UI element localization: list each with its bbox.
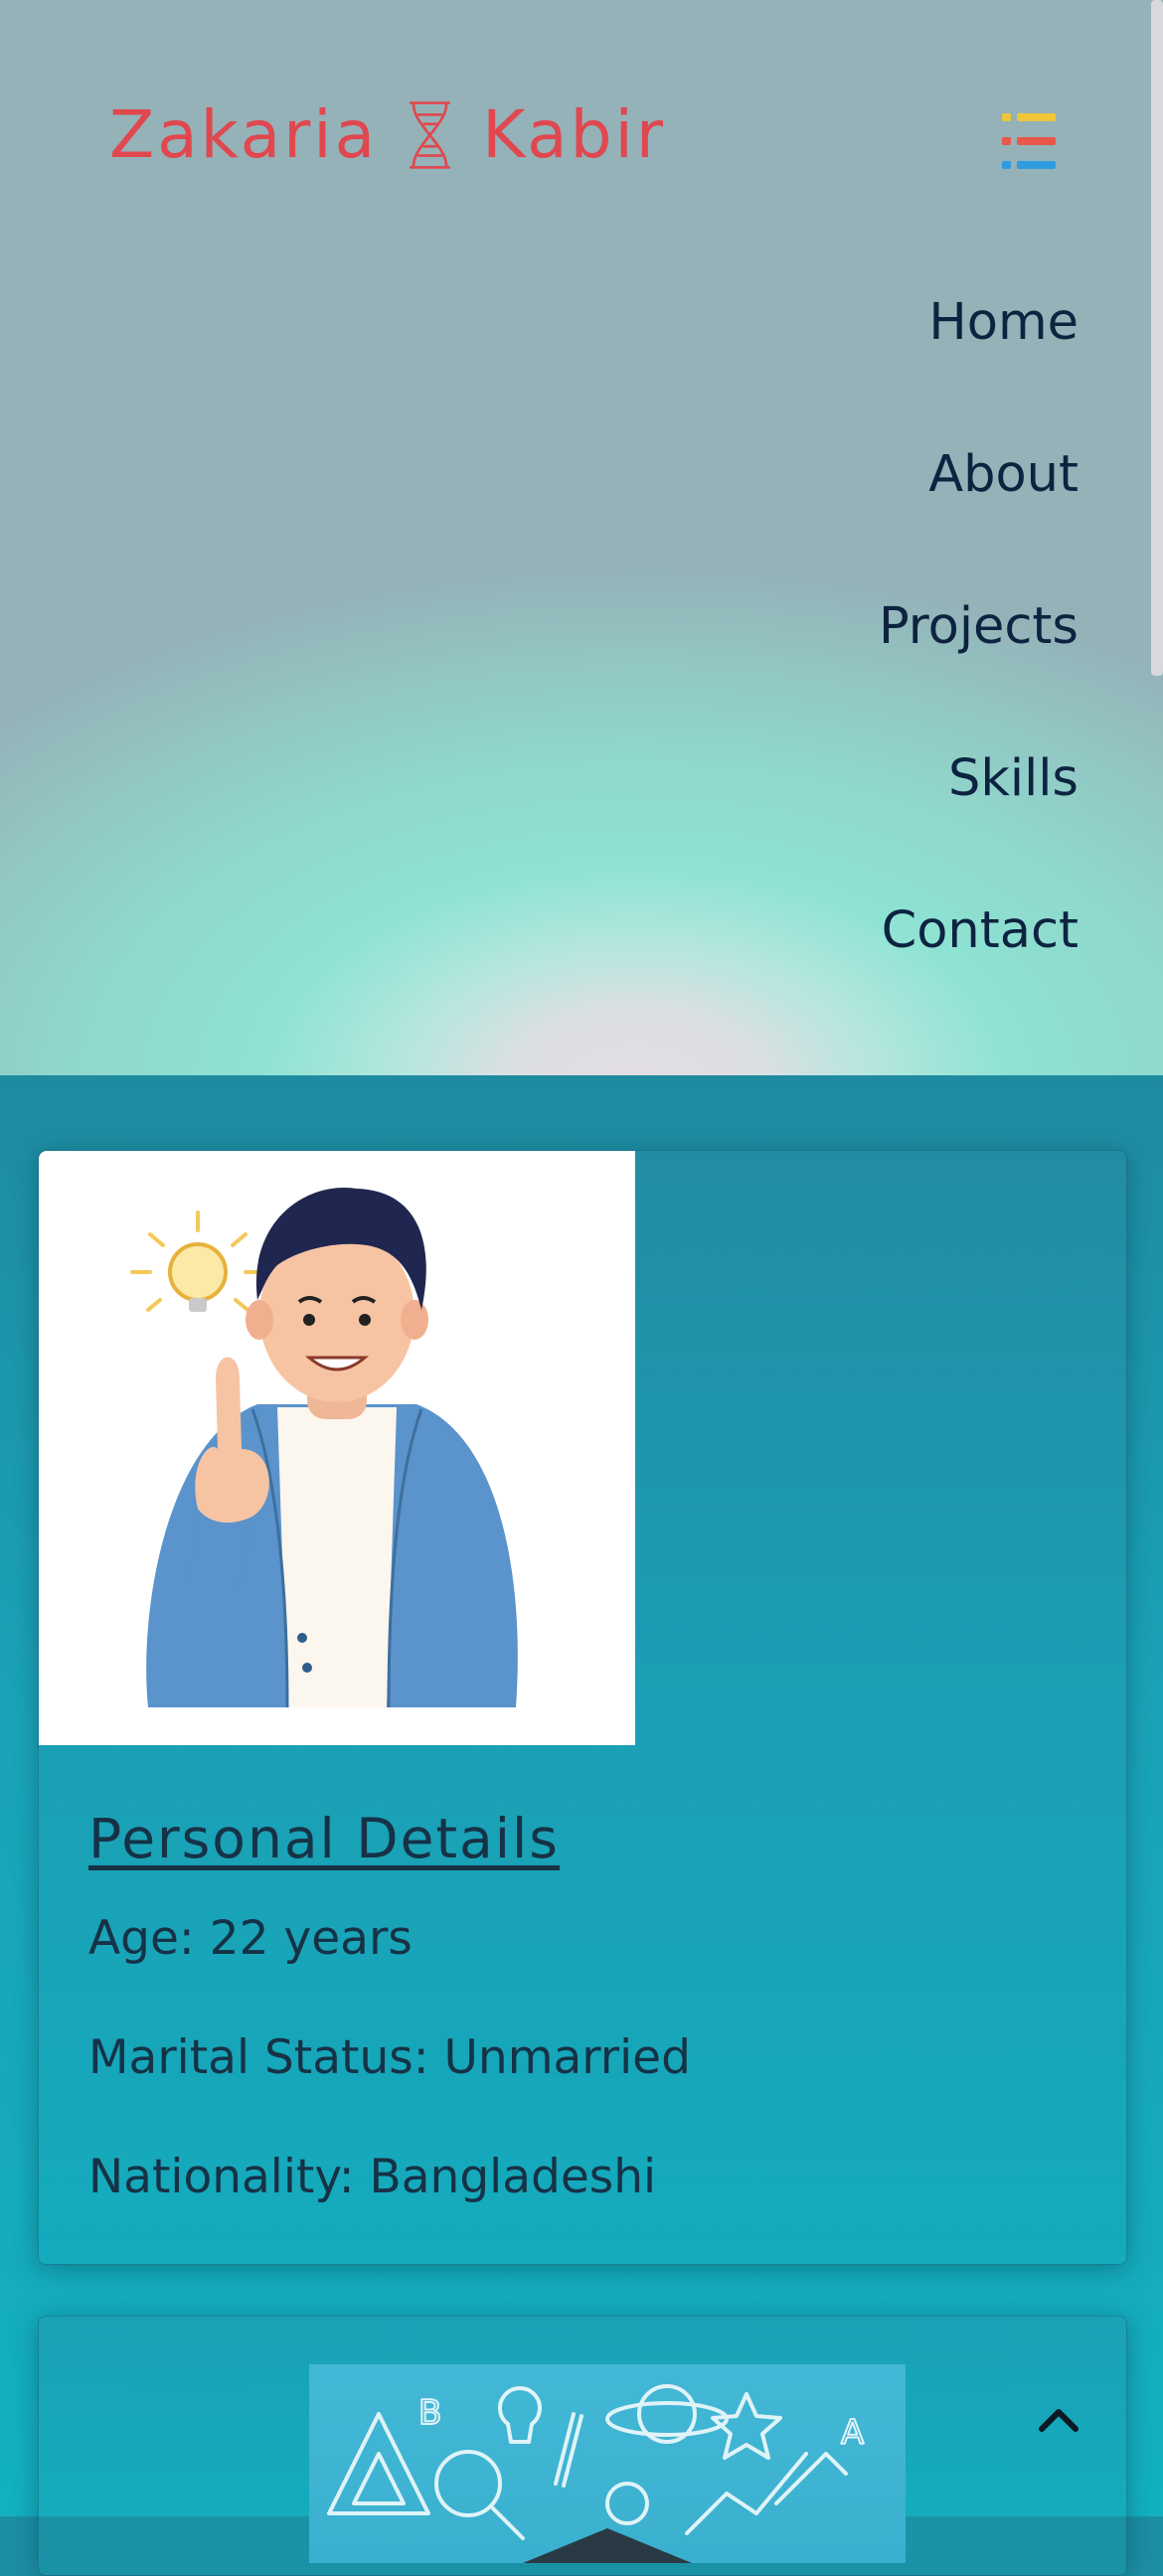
logo-first-name: Zakaria [109,96,379,173]
age-text: Age: 22 years [88,1911,413,1966]
personal-details-title: Personal Details [88,1807,560,1870]
nationality-text: Nationality: Bangladeshi [88,2150,657,2204]
dna-icon [410,100,451,169]
nav-skills[interactable]: Skills [879,744,1079,896]
nav-contact[interactable]: Contact [879,896,1079,1048]
nav-about[interactable]: About [879,440,1079,592]
menu-line [1002,137,1056,145]
nav-projects[interactable]: Projects [879,592,1079,744]
logo-last-name: Kabir [482,96,666,173]
svg-text:B: B [418,2393,441,2433]
education-card: B A [38,2316,1127,2576]
site-header: Zakaria Kabir Home About Projects Skills… [0,0,1163,1075]
menu-line [1002,113,1056,121]
person-idea-illustration [39,1151,635,1745]
page-scrollbar[interactable] [1151,0,1163,676]
nav-home[interactable]: Home [879,288,1079,440]
svg-text:A: A [841,2413,864,2453]
marital-status-text: Marital Status: Unmarried [88,2030,691,2085]
education-doodle-illustration: B A [309,2364,906,2563]
main-nav: Home About Projects Skills Contact [879,288,1079,1048]
lightbulb-icon [130,1210,265,1312]
personal-details-card: Personal Details Age: 22 years Marital S… [38,1150,1127,2265]
menu-line [1002,161,1056,169]
list-menu-icon[interactable] [1002,113,1056,169]
logo[interactable]: Zakaria Kabir [109,78,666,192]
chevron-up-icon[interactable] [1034,2395,1083,2445]
